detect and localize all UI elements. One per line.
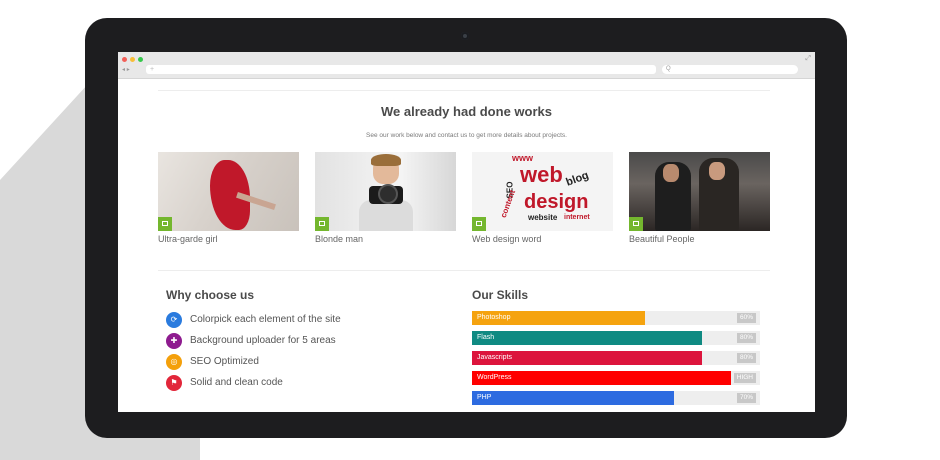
maximize-window-button[interactable] [138,57,143,62]
divider [158,270,770,271]
skill-percent: 70% [736,393,756,403]
portfolio-caption[interactable]: Ultra-garde girl [158,234,218,244]
portfolio-thumb-people[interactable] [629,152,770,231]
webcam-icon [461,32,469,40]
browser-toolbar: ◂ ▸ + Q ⤢ [118,52,815,79]
skill-percent: 80% [736,333,756,343]
back-icon[interactable]: ◂ [122,67,125,73]
feature-text: SEO Optimized [190,356,259,367]
close-window-button[interactable] [122,57,127,62]
portfolio-thumb-man[interactable] [315,152,456,231]
skill-bar: Photoshop 60% [472,311,760,325]
image-icon [472,217,486,231]
shirt-shape [359,200,413,231]
forward-icon[interactable]: ▸ [127,67,130,73]
portfolio-caption[interactable]: Blonde man [315,234,363,244]
skills-title: Our Skills [472,288,529,302]
feature-item: ⚑ Solid and clean code [166,375,386,391]
add-tab-icon: + [150,66,155,73]
word-content: content [498,188,518,219]
skill-fill [472,391,674,405]
image-icon [629,217,643,231]
portfolio-thumb-webdesign[interactable]: www web blog design SEO content website … [472,152,613,231]
feature-text: Colorpick each element of the site [190,314,341,325]
works-title: We already had done works [381,104,552,119]
portfolio-thumb-girl[interactable] [158,152,299,231]
skill-name: Photoshop [477,314,511,321]
feature-text: Solid and clean code [190,377,283,388]
compass-icon: ◎ [166,354,182,370]
fullscreen-icon[interactable]: ⤢ [805,55,811,63]
feature-item: ⟳ Colorpick each element of the site [166,312,386,328]
word-web: web [520,162,563,187]
image-icon [158,217,172,231]
refresh-icon: ⟳ [166,312,182,328]
minimize-window-button[interactable] [130,57,135,62]
feature-item: ◎ SEO Optimized [166,354,386,370]
search-icon: Q [666,66,671,72]
face-shape [709,162,725,180]
skill-name: WordPress [477,374,512,381]
why-title: Why choose us [166,288,255,302]
lens-shape [378,184,398,204]
browser-window: ◂ ▸ + Q ⤢ We already had done works See … [118,52,815,412]
skill-bar: WordPress HIGH [472,371,760,385]
flag-icon: ⚑ [166,375,182,391]
skill-fill [472,331,702,345]
search-bar[interactable]: Q [662,65,798,74]
feature-item: ✚ Background uploader for 5 areas [166,333,386,349]
word-internet: internet [564,214,590,221]
skill-name: Javascripts [477,354,513,361]
skill-bar: Flash 80% [472,331,760,345]
address-bar[interactable]: + [146,65,656,74]
skill-percent: HIGH [733,373,756,383]
divider [158,90,770,91]
portfolio-caption[interactable]: Web design word [472,234,541,244]
word-blog: blog [564,169,591,189]
skill-percent: 80% [736,353,756,363]
history-nav: ◂ ▸ [122,66,130,74]
image-icon [315,217,329,231]
face-shape [663,164,679,182]
skill-bar: PHP 70% [472,391,760,405]
portfolio-caption[interactable]: Beautiful People [629,234,695,244]
word-design: design [524,191,589,213]
hair-shape [371,154,401,166]
skill-name: Flash [477,334,495,341]
word-website: website [528,213,558,222]
works-subtitle: See our work below and contact us to get… [366,132,567,139]
gift-icon: ✚ [166,333,182,349]
skill-bar: Javascripts 80% [472,351,760,365]
feature-text: Background uploader for 5 areas [190,335,336,346]
skill-percent: 60% [736,313,756,323]
